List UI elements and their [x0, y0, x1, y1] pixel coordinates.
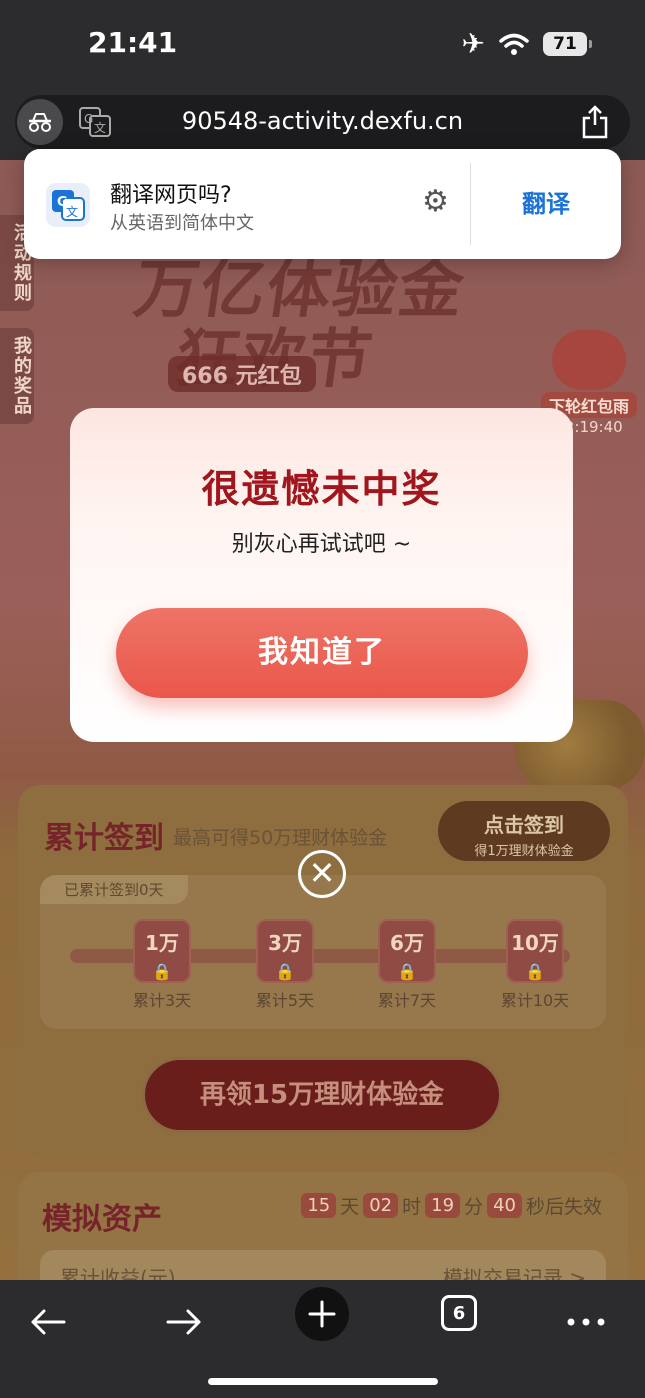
milestone-reward: 1万 🔒	[133, 919, 191, 983]
svg-text:文: 文	[66, 204, 78, 219]
airplane-icon: ✈	[461, 27, 485, 60]
countdown-days-unit: 天	[340, 1196, 360, 1218]
milestone-reward: 3万 🔒	[256, 919, 314, 983]
home-indicator	[208, 1378, 438, 1385]
new-tab-plus-icon[interactable]	[295, 1287, 349, 1341]
result-modal: 很遗憾未中奖 别灰心再试试吧 ~ 我知道了	[70, 408, 573, 742]
address-bar[interactable]: G 文 90548-activity.dexfu.cn	[15, 95, 630, 149]
wifi-icon	[499, 33, 529, 55]
countdown-seconds-unit: 秒后失效	[525, 1196, 602, 1218]
milestone-label: 累计3天	[132, 991, 192, 1010]
total-earnings-label: 累计收益(元)	[60, 1266, 176, 1280]
more-options-icon[interactable]	[556, 1292, 616, 1352]
close-icon[interactable]: ✕	[298, 850, 346, 898]
milestone-item: 3万 🔒 累计5天	[245, 919, 325, 1011]
got-it-button[interactable]: 我知道了	[116, 608, 528, 698]
milestone-label: 累计5天	[255, 991, 315, 1010]
status-icons: ✈ 71	[461, 27, 592, 60]
assets-card: 模拟资产 15 天 02 时 19 分 40 秒后失效 累计收益(元) 模拟交易…	[18, 1172, 628, 1280]
tab-switcher-button[interactable]: 6	[441, 1295, 477, 1331]
lock-icon: 🔒	[397, 962, 417, 981]
lock-icon: 🔒	[152, 962, 172, 981]
signin-button[interactable]: 点击签到 得1万理财体验金	[438, 801, 610, 861]
modal-title: 很遗憾未中奖	[201, 467, 442, 511]
translate-banner: G 文 翻译网页吗? 从英语到简体中文 ⚙ 翻译	[24, 149, 621, 259]
translate-subtitle: 从英语到简体中文	[110, 213, 254, 234]
my-prizes-tab[interactable]: 我的奖品	[0, 328, 34, 424]
lock-icon: 🔒	[525, 962, 545, 981]
signin-subtitle: 最高可得50万理财体验金	[173, 827, 388, 849]
back-arrow-icon[interactable]	[18, 1292, 78, 1352]
countdown-minutes-unit: 分	[464, 1196, 484, 1218]
countdown-minutes: 19	[425, 1193, 461, 1218]
milestone-item: 1万 🔒 累计3天	[122, 919, 202, 1011]
url-text[interactable]: 90548-activity.dexfu.cn	[15, 107, 630, 135]
modal-subtitle: 别灰心再试试吧 ~	[231, 532, 412, 557]
milestone-item: 6万 🔒 累计7天	[367, 919, 447, 1011]
lock-icon: 🔒	[275, 962, 295, 981]
countdown-hours-unit: 时	[402, 1196, 422, 1218]
signin-count-tag: 已累计签到0天	[40, 875, 188, 904]
assets-title: 模拟资产	[42, 1202, 162, 1237]
countdown-days: 15	[301, 1193, 337, 1218]
milestone-reward: 10万 🔒	[506, 919, 564, 983]
forward-arrow-icon[interactable]	[154, 1292, 214, 1352]
signin-title: 累计签到	[44, 821, 164, 856]
expiry-countdown: 15 天 02 时 19 分 40 秒后失效	[301, 1192, 602, 1219]
signin-button-sublabel: 得1万理财体验金	[474, 844, 574, 859]
milestone-label: 累计10天	[500, 991, 570, 1010]
countdown-hours: 02	[363, 1193, 399, 1218]
red-packet-icon	[552, 330, 626, 390]
milestone-reward: 6万 🔒	[378, 919, 436, 983]
hero-subtitle: 666 元红包	[168, 356, 316, 392]
trade-records-link[interactable]: 模拟交易记录 >	[443, 1262, 586, 1280]
translate-title: 翻译网页吗?	[110, 183, 232, 208]
status-bar: 21:41 ✈ 71	[0, 0, 645, 90]
translate-button[interactable]: 翻译	[471, 149, 621, 259]
battery-icon: 71	[543, 32, 592, 56]
translate-app-icon: G 文	[46, 183, 90, 227]
signin-progress: 已累计签到0天 1万 🔒 累计3天 3万 🔒 累计5天 6万 🔒 累计7天 10万 🔒 …	[40, 875, 606, 1029]
assets-row: 累计收益(元) 模拟交易记录 >	[40, 1250, 606, 1280]
share-icon[interactable]	[580, 105, 610, 139]
signin-card: 累计签到 最高可得50万理财体验金 点击签到 得1万理财体验金 已累计签到0天 …	[18, 785, 628, 1157]
gear-icon[interactable]: ⚙	[422, 187, 449, 217]
signin-button-label: 点击签到	[484, 813, 564, 837]
milestone-item: 10万 🔒 累计10天	[495, 919, 575, 1011]
milestone-label: 累计7天	[377, 991, 437, 1010]
claim-more-button[interactable]: 再领15万理财体验金	[142, 1057, 502, 1133]
status-time: 21:41	[88, 26, 178, 59]
countdown-seconds: 40	[487, 1193, 522, 1218]
hero-title-line1: 万亿体验金	[129, 253, 471, 327]
